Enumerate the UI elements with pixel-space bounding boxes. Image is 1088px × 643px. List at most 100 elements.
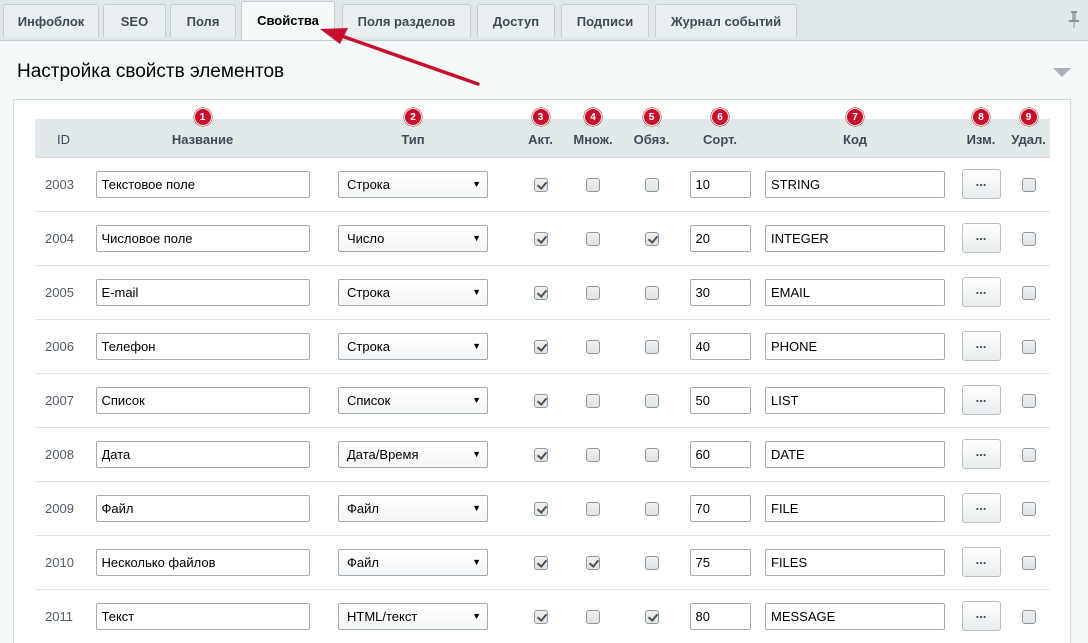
delete-checkbox[interactable] [1021, 555, 1036, 570]
edit-property-button[interactable]: ... [961, 601, 1001, 631]
required-checkbox[interactable] [644, 285, 659, 300]
delete-checkbox[interactable] [1021, 609, 1036, 624]
active-checkbox[interactable] [533, 555, 548, 570]
multiple-checkbox[interactable] [586, 393, 600, 408]
code-input[interactable] [765, 332, 945, 360]
sort-input[interactable] [689, 386, 751, 414]
delete-checkbox[interactable] [1021, 393, 1036, 408]
name-input[interactable] [95, 278, 310, 306]
name-input[interactable] [95, 602, 310, 630]
tab-captions[interactable]: Подписи [561, 4, 649, 37]
type-select[interactable]: Строка ▼ [338, 170, 488, 198]
table-row: 2004 Число ▼ ... [35, 211, 1050, 265]
delete-checkbox[interactable] [1021, 177, 1036, 192]
sort-input[interactable] [689, 278, 751, 306]
multiple-checkbox[interactable] [586, 231, 600, 246]
active-checkbox[interactable] [533, 501, 548, 516]
active-checkbox[interactable] [533, 609, 548, 624]
code-input[interactable] [765, 224, 945, 252]
type-select[interactable]: Дата/Время ▼ [338, 440, 488, 468]
pin-icon[interactable] [1068, 10, 1080, 28]
badge-2: 2 [404, 108, 422, 126]
active-checkbox[interactable] [533, 285, 548, 300]
type-select[interactable]: HTML/текст ▼ [338, 602, 488, 630]
type-select[interactable]: Файл ▼ [338, 494, 488, 522]
multiple-checkbox[interactable] [586, 177, 600, 192]
code-input[interactable] [765, 278, 945, 306]
tab-seo[interactable]: SEO [103, 4, 166, 37]
table-row: 2007 Список ▼ ... [35, 373, 1050, 427]
required-checkbox[interactable] [644, 339, 659, 354]
type-select[interactable]: Список ▼ [338, 386, 488, 414]
delete-checkbox[interactable] [1021, 501, 1036, 516]
name-input[interactable] [95, 170, 310, 198]
name-input[interactable] [95, 386, 310, 414]
tab-access[interactable]: Доступ [477, 4, 555, 37]
delete-checkbox[interactable] [1021, 447, 1036, 462]
sort-input[interactable] [689, 170, 751, 198]
table-row: 2003 Строка ▼ ... [35, 157, 1050, 211]
table-row: 2011 HTML/текст ▼ ... [35, 589, 1050, 643]
edit-property-button[interactable]: ... [961, 547, 1001, 577]
active-checkbox[interactable] [533, 447, 548, 462]
multiple-checkbox[interactable] [586, 339, 600, 354]
edit-property-button[interactable]: ... [961, 493, 1001, 523]
sort-input[interactable] [689, 224, 751, 252]
code-input[interactable] [765, 170, 945, 198]
required-checkbox[interactable] [644, 555, 659, 570]
required-checkbox[interactable] [644, 501, 659, 516]
name-input[interactable] [95, 332, 310, 360]
edit-property-button[interactable]: ... [961, 223, 1001, 253]
sort-input[interactable] [689, 494, 751, 522]
delete-checkbox[interactable] [1021, 339, 1036, 354]
required-checkbox[interactable] [644, 231, 659, 246]
active-checkbox[interactable] [533, 339, 548, 354]
sort-input[interactable] [689, 440, 751, 468]
edit-property-button[interactable]: ... [961, 385, 1001, 415]
name-input[interactable] [95, 440, 310, 468]
active-checkbox[interactable] [533, 231, 548, 246]
code-input[interactable] [765, 494, 945, 522]
tab-infoblock[interactable]: Инфоблок [3, 4, 99, 37]
active-checkbox[interactable] [533, 177, 548, 192]
name-input[interactable] [95, 494, 310, 522]
code-input[interactable] [765, 548, 945, 576]
row-id: 2010 [45, 554, 74, 570]
badge-7: 7 [846, 108, 864, 126]
type-select[interactable]: Число ▼ [338, 224, 488, 252]
edit-property-button[interactable]: ... [961, 439, 1001, 469]
name-input[interactable] [95, 224, 310, 252]
collapse-icon[interactable] [1053, 68, 1071, 77]
required-checkbox[interactable] [644, 609, 659, 624]
delete-checkbox[interactable] [1021, 285, 1036, 300]
multiple-checkbox[interactable] [586, 285, 600, 300]
code-input[interactable] [765, 440, 945, 468]
required-checkbox[interactable] [644, 177, 659, 192]
multiple-checkbox[interactable] [586, 501, 600, 516]
multiple-checkbox[interactable] [586, 555, 600, 570]
multiple-checkbox[interactable] [586, 447, 600, 462]
sort-input[interactable] [689, 332, 751, 360]
tab-properties[interactable]: Свойства [241, 1, 335, 40]
code-input[interactable] [765, 602, 945, 630]
sort-input[interactable] [689, 602, 751, 630]
required-checkbox[interactable] [644, 447, 659, 462]
active-checkbox[interactable] [533, 393, 548, 408]
type-select[interactable]: Файл ▼ [338, 548, 488, 576]
name-input[interactable] [95, 548, 310, 576]
edit-property-button[interactable]: ... [961, 331, 1001, 361]
edit-property-button[interactable]: ... [961, 277, 1001, 307]
tab-bar: Инфоблок SEO Поля Свойства Поля разделов… [0, 0, 1088, 40]
tab-fields[interactable]: Поля [170, 4, 236, 37]
type-select-value: Дата/Время [347, 446, 419, 462]
type-select[interactable]: Строка ▼ [338, 278, 488, 306]
tab-section-fields[interactable]: Поля разделов [342, 4, 471, 37]
required-checkbox[interactable] [644, 393, 659, 408]
edit-property-button[interactable]: ... [961, 169, 1001, 199]
tab-event-log[interactable]: Журнал событий [655, 4, 797, 37]
delete-checkbox[interactable] [1021, 231, 1036, 246]
code-input[interactable] [765, 386, 945, 414]
multiple-checkbox[interactable] [586, 609, 600, 624]
type-select[interactable]: Строка ▼ [338, 332, 488, 360]
sort-input[interactable] [689, 548, 751, 576]
